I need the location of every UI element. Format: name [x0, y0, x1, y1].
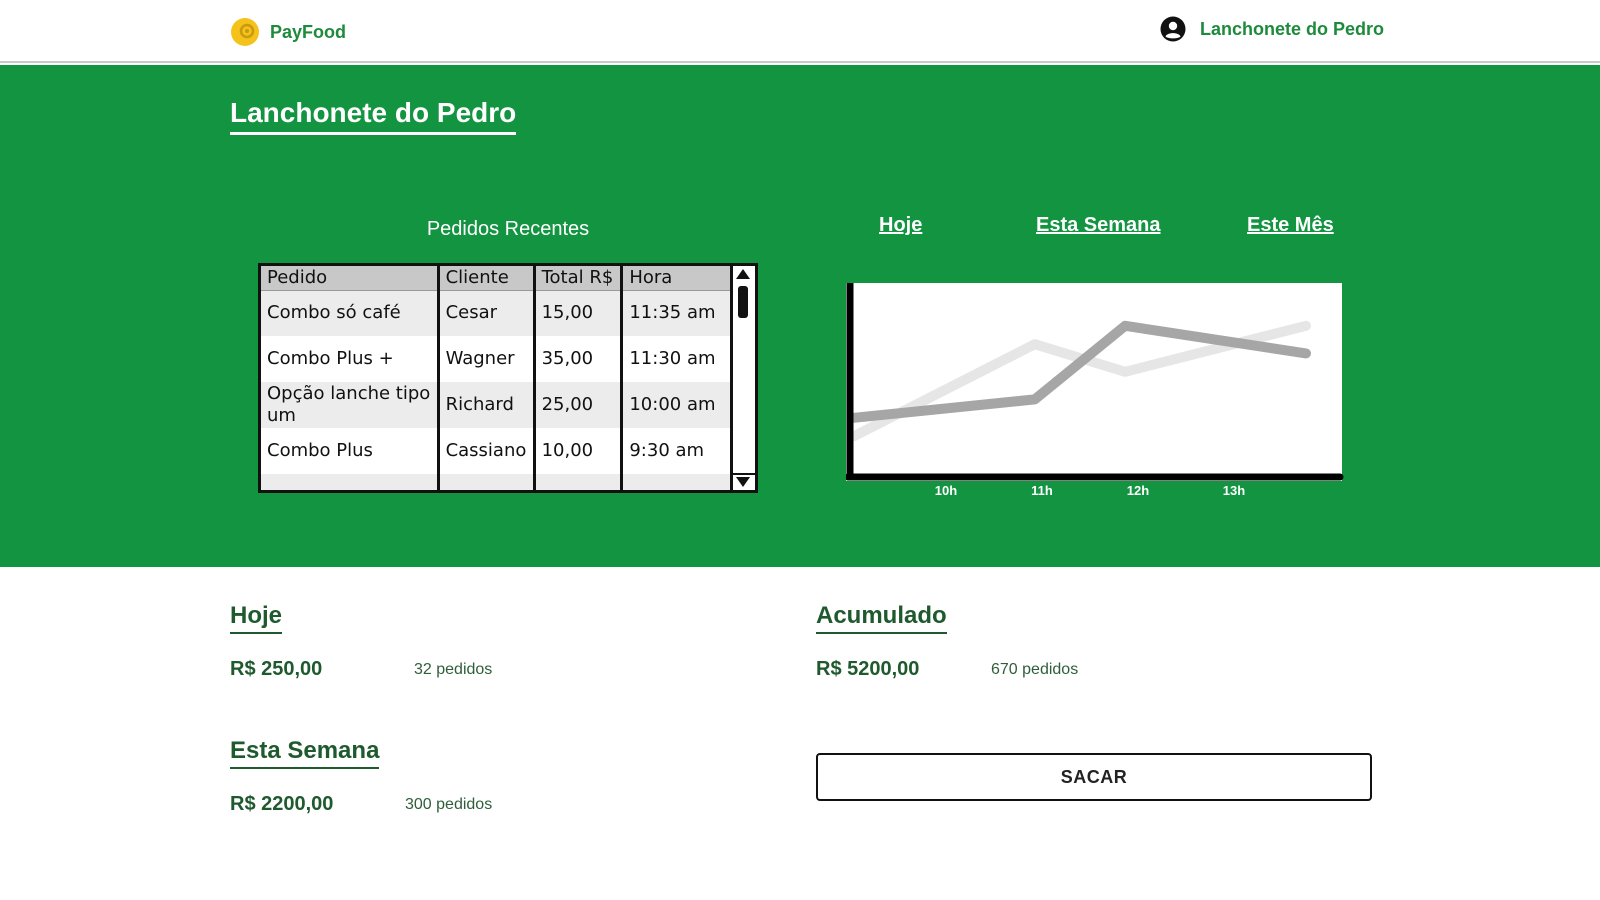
table-cell: 9:30 am	[621, 428, 733, 474]
today-title: Hoje	[230, 602, 283, 634]
user-avatar-icon	[1160, 16, 1186, 42]
table-cell: Combo só café	[261, 290, 440, 336]
column-header: Hora	[621, 266, 733, 291]
column-header: Cliente	[438, 266, 536, 291]
table-cell: Cassiano	[438, 428, 536, 474]
chart-plot-area	[846, 283, 1342, 481]
accumulated-title: Acumulado	[816, 602, 947, 634]
top-navigation-bar: PayFood Lanchonete do Pedro	[0, 0, 1600, 63]
withdraw-button[interactable]: SACAR	[816, 753, 1372, 801]
table-cell: Richard	[438, 382, 536, 428]
table-row[interactable]: Opção lanche tipo um Richard 25,00 10:00…	[261, 382, 733, 428]
today-amount: R$ 250,00	[230, 658, 323, 680]
table-cell: Cesar	[438, 290, 536, 336]
chart-x-tick-label: 10h	[935, 483, 957, 498]
table-cell: 35,00	[534, 336, 624, 382]
table-cell: 15,00	[534, 290, 624, 336]
dashboard-hero: Lanchonete do Pedro Pedidos Recentes Ped…	[0, 65, 1600, 567]
summary-section: Hoje R$ 250,00 32 pedidos Esta Semana R$…	[0, 567, 1600, 900]
scroll-down-arrow-icon[interactable]	[736, 477, 750, 487]
table-row[interactable]: Combo só café Cesar 15,00 11:35 am	[261, 290, 733, 336]
accumulated-orders: 670 pedidos	[991, 661, 1079, 678]
table-cell: Combo Plus	[261, 428, 440, 474]
recent-orders-table[interactable]: Pedido Cliente Total R$ Hora Combo só ca…	[258, 263, 758, 493]
column-header: Pedido	[261, 266, 440, 291]
tab-hoje[interactable]: Hoje	[879, 214, 922, 237]
scroll-down-button[interactable]	[733, 473, 755, 490]
sales-chart: 10h 11h 12h 13h	[844, 283, 1346, 513]
chart-x-tick-label: 11h	[1031, 483, 1053, 498]
payfood-logo-icon	[231, 18, 259, 46]
week-orders: 300 pedidos	[405, 796, 493, 813]
table-cell: 25,00	[534, 382, 624, 428]
table-cell: Wagner	[438, 336, 536, 382]
recent-orders-title: Pedidos Recentes	[426, 218, 590, 240]
table-row	[261, 474, 733, 490]
table-cell: Combo Plus +	[261, 336, 440, 382]
tab-esta-semana[interactable]: Esta Semana	[1036, 214, 1161, 237]
week-title: Esta Semana	[230, 737, 380, 769]
user-name: Lanchonete do Pedro	[1200, 18, 1385, 39]
table-cell: 10,00	[534, 428, 624, 474]
chart-x-tick-label: 13h	[1223, 483, 1245, 498]
user-menu[interactable]: Lanchonete do Pedro	[1160, 16, 1384, 42]
table-cell: 11:35 am	[621, 290, 733, 336]
sales-line-chart: 10h 11h 12h 13h	[844, 283, 1344, 498]
table-cell: 10:00 am	[621, 382, 733, 428]
table-row[interactable]: Combo Plus Cassiano 10,00 9:30 am	[261, 428, 733, 474]
column-header: Total R$	[534, 266, 624, 291]
brand-link[interactable]: PayFood	[230, 17, 346, 47]
scrollbar-thumb[interactable]	[738, 286, 748, 318]
table-cell: 11:30 am	[621, 336, 733, 382]
week-amount: R$ 2200,00	[230, 793, 334, 815]
table-row[interactable]: Combo Plus + Wagner 35,00 11:30 am	[261, 336, 733, 382]
accumulated-amount: R$ 5200,00	[816, 658, 920, 680]
page-title: Lanchonete do Pedro	[230, 97, 517, 135]
table-scrollbar[interactable]	[730, 266, 755, 490]
chart-x-tick-label: 12h	[1127, 483, 1149, 498]
today-orders: 32 pedidos	[414, 661, 493, 678]
table-header-row: Pedido Cliente Total R$ Hora	[261, 266, 733, 291]
brand-name: PayFood	[270, 21, 347, 42]
table-cell: Opção lanche tipo um	[261, 382, 440, 428]
tab-este-mes[interactable]: Este Mês	[1247, 214, 1334, 237]
scroll-up-arrow-icon[interactable]	[736, 269, 750, 279]
